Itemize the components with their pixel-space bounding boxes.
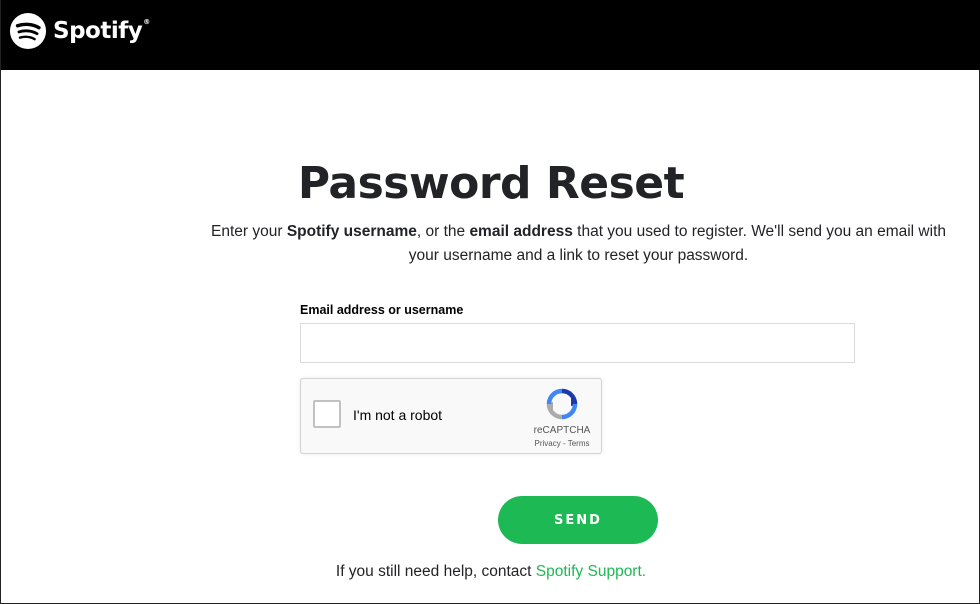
recaptcha-privacy-link[interactable]: Privacy <box>535 439 561 448</box>
recaptcha-brand: reCAPTCHA <box>533 425 591 436</box>
recaptcha-checkbox[interactable] <box>313 400 341 428</box>
intro-bold-username: Spotify username <box>286 223 417 240</box>
recaptcha-links: Privacy - Terms <box>527 439 597 448</box>
recaptcha-terms-link[interactable]: Terms <box>568 439 590 448</box>
intro-prefix: Enter your <box>211 223 287 240</box>
recaptcha-icon <box>546 388 578 420</box>
brand-name: Spotify® <box>53 18 150 44</box>
intro-bold-email: email address <box>469 223 573 240</box>
spotify-support-link[interactable]: Spotify Support. <box>536 563 646 580</box>
spotify-logo-icon <box>9 12 47 50</box>
spotify-logo[interactable]: Spotify® <box>9 12 150 50</box>
send-button[interactable]: SEND <box>498 496 658 544</box>
trademark-symbol: ® <box>143 18 150 26</box>
page-title: Password Reset <box>297 158 685 209</box>
recaptcha-label: I'm not a robot <box>353 407 443 423</box>
help-text: If you still need help, contact Spotify … <box>1 563 980 581</box>
help-text-prefix: If you still need help, contact <box>335 563 536 580</box>
intro-mid: , or the <box>416 223 470 240</box>
recaptcha-separator: - <box>560 439 568 448</box>
email-field-label: Email address or username <box>300 303 464 317</box>
recaptcha-widget: I'm not a robot reCAPTCHA Privacy - Term… <box>300 378 602 454</box>
intro-text: Enter your Spotify username, or the emai… <box>206 220 951 268</box>
top-bar: Spotify® <box>1 0 980 70</box>
email-field[interactable] <box>300 323 855 363</box>
